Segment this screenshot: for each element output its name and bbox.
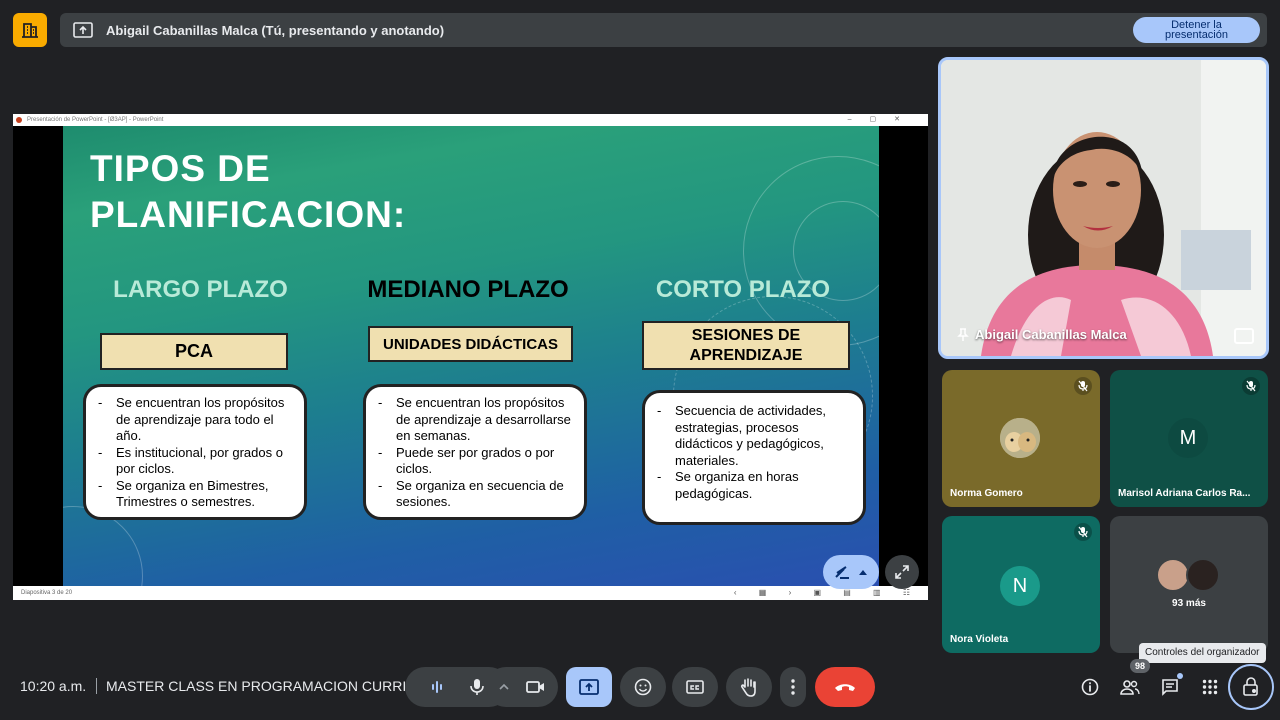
people-button[interactable]	[1117, 674, 1143, 700]
raise-hand-button[interactable]	[726, 667, 772, 707]
slide: TIPOS DE PLANIFICACION: LARGO PLAZO PCA …	[63, 126, 879, 586]
meet-logo-button[interactable]	[13, 13, 47, 47]
label-unidades: UNIDADES DIDÁCTICAS	[368, 326, 573, 362]
presenting-banner: Abigail Cabanillas Malca (Tú, presentand…	[60, 13, 1267, 47]
dog-avatar	[1000, 418, 1040, 458]
avatar: N	[1000, 566, 1040, 606]
meeting-title: MASTER CLASS EN PROGRAMACION CURRI...	[106, 678, 418, 694]
card-largo-plazo: Se encuentran los propósitos de aprendiz…	[83, 384, 307, 520]
column-heading-largo: LARGO PLAZO	[113, 276, 288, 303]
label-sesiones-line2: APRENDIZAJE	[689, 346, 803, 364]
mic-off-icon	[1074, 377, 1092, 395]
slide-title-line2: PLANIFICACION:	[90, 194, 407, 235]
expand-button[interactable]	[885, 555, 919, 589]
powerpoint-icon	[16, 117, 22, 123]
host-controls-tooltip: Controles del organizador	[1139, 643, 1266, 663]
expand-icon	[895, 565, 909, 579]
window-controls: –▢✕	[847, 116, 918, 123]
stop-presenting-button[interactable]: Detener la presentación	[1133, 17, 1260, 43]
chat-icon	[1162, 679, 1178, 696]
mic-off-icon	[1074, 523, 1092, 541]
stop-label-line2: presentación	[1165, 29, 1228, 41]
emoji-icon	[634, 678, 652, 696]
list-item: Puede ser por grados o por ciclos.	[376, 445, 574, 478]
host-controls-button[interactable]	[1228, 664, 1274, 710]
meeting-info-button[interactable]	[1077, 674, 1103, 700]
pen-scribble-icon	[835, 566, 849, 579]
mic-off-icon	[1242, 377, 1260, 395]
reactions-button[interactable]	[620, 667, 666, 707]
captions-button[interactable]	[672, 667, 718, 707]
leave-call-button[interactable]	[815, 667, 875, 707]
label-sesiones-line1: SESIONES DE	[691, 326, 801, 344]
present-screen-button[interactable]	[566, 667, 612, 707]
more-vert-icon	[791, 679, 795, 695]
column-heading-corto: CORTO PLAZO	[655, 276, 831, 303]
shared-screen: Presentación de PowerPoint - [Ø3AP] - Po…	[13, 114, 928, 600]
chevron-up-icon[interactable]	[490, 683, 518, 691]
ppt-statusbar: Diapositiva 3 de 20 ‹ ▦ › ▣ ▤ ▥ ☷	[13, 586, 928, 600]
avatar: M	[1168, 418, 1208, 458]
picture-in-picture-icon[interactable]	[1234, 328, 1254, 344]
lock-person-icon	[1243, 677, 1258, 696]
speaker-name: Abigail Cabanillas Malca	[975, 327, 1127, 342]
label-sesiones: SESIONES DE APRENDIZAJE	[642, 321, 850, 370]
participant-name: Marisol Adriana Carlos Ra...	[1118, 488, 1251, 499]
slide-title: TIPOS DE PLANIFICACION:	[90, 146, 406, 238]
hand-icon	[741, 678, 756, 697]
more-participants-tile[interactable]: 93 más	[1110, 516, 1268, 653]
slide-title-line1: TIPOS DE	[90, 148, 271, 189]
more-options-button[interactable]	[780, 667, 806, 707]
avatar	[1186, 558, 1220, 592]
ppt-titlebar: Presentación de PowerPoint - [Ø3AP] - Po…	[13, 114, 928, 126]
list-item: Se organiza en secuencia de sesiones.	[376, 478, 574, 511]
speaker-video	[941, 60, 1266, 356]
participant-tile[interactable]: N Nora Violeta	[942, 516, 1100, 653]
list-item: Secuencia de actividades, estrategias, p…	[655, 403, 853, 469]
label-pca: PCA	[100, 333, 288, 370]
end-call-icon	[835, 684, 855, 691]
captions-icon	[686, 680, 704, 694]
card-mediano-plazo: Se encuentran los propósitos de aprendiz…	[363, 384, 587, 520]
divider	[96, 678, 97, 694]
info-icon	[1081, 678, 1099, 696]
participant-tile[interactable]: Norma Gomero	[942, 370, 1100, 507]
camera-control-group	[486, 667, 558, 707]
audio-levels-icon[interactable]	[417, 680, 457, 694]
present-screen-icon	[72, 19, 94, 41]
chat-button[interactable]	[1157, 673, 1183, 700]
participant-name: Nora Violeta	[950, 634, 1009, 645]
list-item: Se organiza en horas pedagógicas.	[655, 469, 853, 502]
camera-icon[interactable]	[518, 680, 554, 694]
avatar	[1156, 558, 1190, 592]
participant-count-badge: 98	[1130, 659, 1150, 673]
building-icon	[22, 23, 38, 38]
ppt-window-title: Presentación de PowerPoint - [Ø3AP] - Po…	[27, 117, 164, 123]
people-icon	[1120, 680, 1140, 695]
list-item: Se organiza en Bimestres, Trimestres o s…	[96, 478, 294, 511]
more-count: 93 más	[1172, 598, 1206, 609]
pin-icon	[957, 327, 969, 341]
list-item: Se encuentran los propósitos de aprendiz…	[376, 395, 574, 445]
presenting-text: Abigail Cabanillas Malca (Tú, presentand…	[106, 22, 445, 38]
activities-button[interactable]	[1197, 674, 1223, 700]
annotation-toolbar	[823, 555, 919, 589]
apps-grid-icon	[1202, 679, 1218, 695]
participant-name: Norma Gomero	[950, 488, 1023, 499]
speaker-tile[interactable]: Abigail Cabanillas Malca	[938, 57, 1269, 359]
present-screen-icon	[579, 679, 599, 695]
list-item: Se encuentran los propósitos de aprendiz…	[96, 395, 294, 445]
speaker-name-label: Abigail Cabanillas Malca	[957, 327, 1127, 342]
slide-counter: Diapositiva 3 de 20	[21, 590, 73, 596]
card-corto-plazo: Secuencia de actividades, estrategias, p…	[642, 390, 866, 525]
caret-up-icon	[859, 570, 867, 575]
annotate-button[interactable]	[823, 555, 879, 589]
clock: 10:20 a.m.	[20, 678, 87, 694]
participant-tile[interactable]: M Marisol Adriana Carlos Ra...	[1110, 370, 1268, 507]
unread-dot	[1177, 673, 1183, 679]
column-heading-mediano: MEDIANO PLAZO	[367, 276, 569, 303]
avatar-stack	[1156, 558, 1220, 592]
list-item: Es institucional, por grados o por ciclo…	[96, 445, 294, 478]
